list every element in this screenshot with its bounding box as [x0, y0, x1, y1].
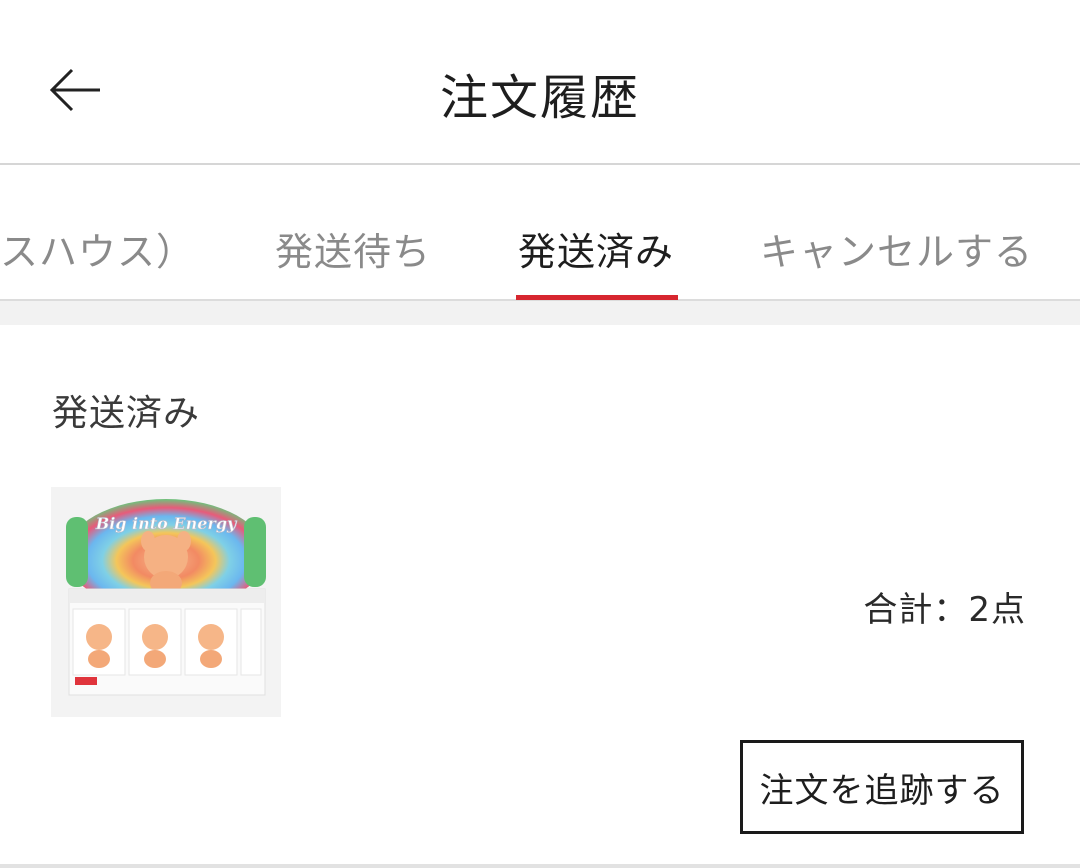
tab-partial[interactable]: スハウス）: [0, 221, 195, 276]
tab-awaiting-shipment[interactable]: 発送待ち: [275, 221, 431, 276]
status-tabs: スハウス） 発送待ち 発送済み キャンセルする: [0, 165, 1080, 300]
bottom-divider: [0, 864, 1080, 868]
page-title: 注文履歴: [439, 70, 640, 126]
product-image[interactable]: Big into Energy: [51, 487, 281, 717]
active-tab-indicator: [516, 295, 678, 300]
section-gap: [0, 301, 1080, 325]
product-logo-text: Big into Energy: [95, 514, 238, 533]
tab-shipped[interactable]: 発送済み: [518, 221, 674, 276]
header-bar: 注文履歴: [0, 0, 1080, 164]
tab-cancel[interactable]: キャンセルする: [760, 221, 1033, 276]
order-status-label: 発送済み: [52, 393, 201, 434]
track-order-button[interactable]: 注文を追跡する: [740, 740, 1024, 834]
order-total: 合計：2点: [863, 590, 1026, 630]
